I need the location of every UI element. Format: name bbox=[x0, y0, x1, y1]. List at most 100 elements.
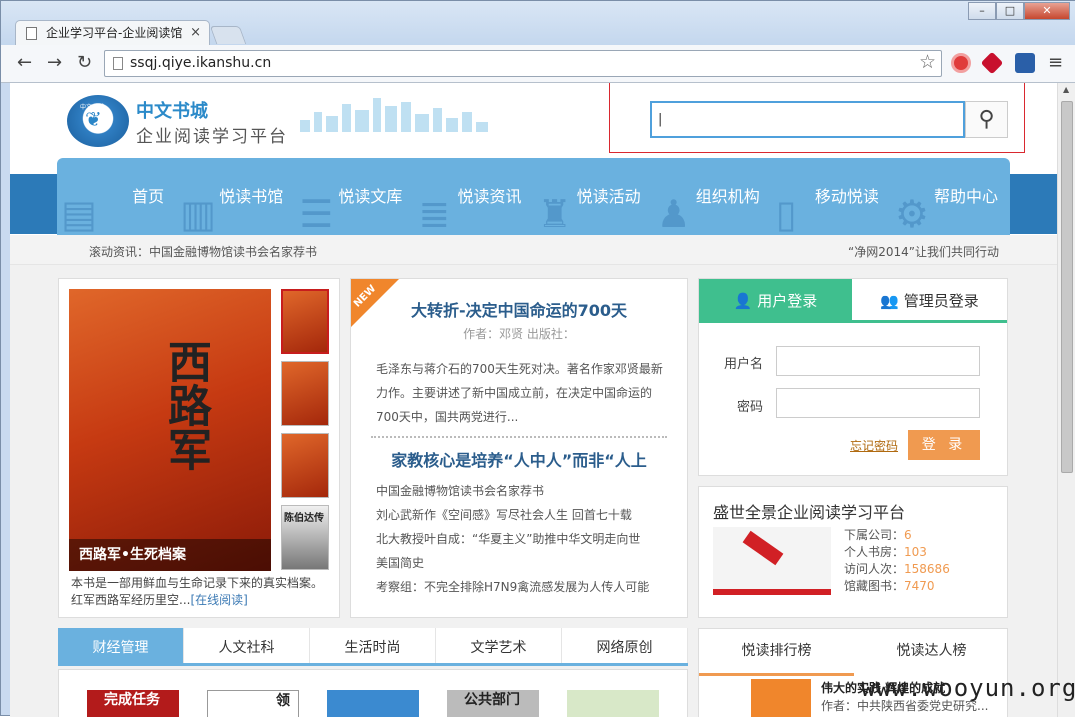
login-button[interactable]: 登 录 bbox=[908, 430, 980, 460]
menu-icon[interactable]: ≡ bbox=[1048, 53, 1063, 73]
password-input[interactable] bbox=[776, 388, 980, 418]
book-cover-thumb[interactable] bbox=[567, 690, 659, 717]
news-item[interactable]: 刘心武新作《空间感》写尽社会人生 回首七十载 bbox=[376, 503, 666, 527]
admin-icon: 👥 bbox=[880, 292, 904, 310]
book-thumbnail[interactable] bbox=[281, 433, 329, 498]
watermark: www.wooyun.org bbox=[861, 674, 1075, 702]
ranking-card: 悦读排行榜 悦读达人榜 伟大的实践 辉煌的成就 作者：中共陕西省委党史研究... bbox=[698, 628, 1008, 717]
browser-window: 企业学习平台-企业阅读馆 × – □ ✕ ← → ↻ ssqj.qiye.ika… bbox=[0, 0, 1075, 717]
stat-row: 下属公司：6 bbox=[844, 528, 912, 542]
minimize-icon[interactable]: – bbox=[968, 2, 996, 20]
main-nav: ▤ 首页 ▥ 悦读书馆 ☰ 悦读文库 ≣ 悦读资讯 ♜ 悦读活动 ♟ 组织机构 ▯ 移动悦读 … bbox=[57, 158, 1010, 236]
cover-caption: 西路军•生死档案 bbox=[69, 539, 271, 571]
nav-organization[interactable]: ♟ 组织机构 bbox=[653, 158, 772, 236]
new-tab-button[interactable] bbox=[209, 26, 247, 44]
read-online-link[interactable]: [在线阅读] bbox=[190, 593, 247, 607]
tab-lifestyle[interactable]: 生活时尚 bbox=[310, 628, 436, 663]
book-cover-thumb[interactable]: 领 bbox=[207, 690, 299, 717]
tab-admin-login[interactable]: 👥 管理员登录 bbox=[852, 279, 1007, 323]
title-bar: 企业学习平台-企业阅读馆 × – □ ✕ bbox=[1, 1, 1075, 46]
nav-wenku[interactable]: ☰ 悦读文库 bbox=[295, 158, 414, 236]
nav-library[interactable]: ▥ 悦读书馆 bbox=[176, 158, 295, 236]
extension-icon[interactable] bbox=[951, 53, 971, 73]
news-item[interactable]: 美国简史 bbox=[376, 551, 666, 575]
platform-title: 盛世全景企业阅读学习平台 bbox=[713, 503, 906, 522]
divider bbox=[371, 436, 667, 438]
nav-home[interactable]: ▤ 首页 bbox=[57, 158, 176, 236]
back-icon[interactable]: ← bbox=[17, 52, 32, 74]
book-thumbnail[interactable] bbox=[281, 289, 329, 354]
tab-close-icon[interactable]: × bbox=[190, 21, 201, 45]
news-headline[interactable]: 大转折-决定中国命运的700天 bbox=[351, 297, 687, 321]
login-card: 👤 用户登录 👥 管理员登录 用户名 密码 忘记密码 登 录 bbox=[698, 278, 1008, 476]
username-input[interactable] bbox=[776, 346, 980, 376]
news-item[interactable]: 考察组：不完全排除H7N9禽流感发展为人传人可能 bbox=[376, 575, 666, 599]
tab-web-original[interactable]: 网络原创 bbox=[562, 628, 688, 663]
book-thumbnail[interactable] bbox=[281, 361, 329, 426]
book-grid: 完成任务 领 公共部门 bbox=[58, 669, 688, 717]
nav-help[interactable]: ⚙ 帮助中心 bbox=[891, 158, 1010, 236]
search-button[interactable]: ⚲ bbox=[965, 101, 1008, 138]
book-cover-thumb[interactable] bbox=[327, 690, 419, 717]
platform-card: 盛世全景企业阅读学习平台 下属公司：6 个人书房：103 访问人次：158686… bbox=[698, 486, 1008, 618]
book-cover-thumb[interactable]: 完成任务 bbox=[87, 690, 179, 717]
book-cover-thumb[interactable]: 公共部门 bbox=[447, 690, 539, 717]
platform-image bbox=[713, 527, 831, 595]
stat-row: 个人书房：103 bbox=[844, 545, 927, 559]
featured-book-card: 西路军 西路军•生死档案 陈伯达传 本书是一部用鲜血与生命记录下来的真实档案。红… bbox=[58, 278, 340, 618]
news-ticker: 滚动资讯：中国金融博物馆读书会名家荐书 “净网2014”让我们共同行动 bbox=[10, 235, 1057, 265]
url-text: ssqj.qiye.ikanshu.cn bbox=[130, 55, 272, 71]
ranking-book-cover[interactable] bbox=[751, 679, 811, 717]
category-tabs: 财经管理 人文社科 生活时尚 文学艺术 网络原创 bbox=[58, 628, 688, 666]
scroll-thumb[interactable] bbox=[1061, 101, 1073, 473]
news-item[interactable]: 北大教授叶自成：“华夏主义”助推中华文明走向世 bbox=[376, 527, 666, 551]
bookmark-star-icon[interactable]: ☆ bbox=[919, 51, 936, 73]
vertical-scrollbar[interactable]: ▲ bbox=[1057, 83, 1075, 717]
book-cover[interactable]: 西路军 西路军•生死档案 bbox=[69, 289, 271, 571]
maximize-icon[interactable]: □ bbox=[996, 2, 1024, 20]
pen-icon bbox=[742, 530, 784, 566]
news-headline-2[interactable]: 家教核心是培养“人中人”而非“人上 bbox=[351, 447, 687, 471]
nav-news[interactable]: ≣ 悦读资讯 bbox=[414, 158, 533, 236]
forward-icon[interactable]: → bbox=[47, 52, 62, 74]
cover-title: 西路军 bbox=[160, 339, 211, 471]
nav-mobile[interactable]: ▯ 移动悦读 bbox=[772, 158, 891, 236]
news-card: NEW 大转折-决定中国命运的700天 作者：邓贤 出版社： 毛泽东与蒋介石的7… bbox=[350, 278, 688, 618]
tab-literature[interactable]: 文学艺术 bbox=[436, 628, 562, 663]
open-book-icon: ❦ bbox=[85, 107, 102, 131]
skyline-decoration bbox=[300, 98, 490, 132]
brand-name: 中文书城 bbox=[136, 101, 208, 122]
tab-title: 企业学习平台-企业阅读馆 bbox=[46, 26, 183, 40]
tab-finance[interactable]: 财经管理 bbox=[58, 628, 184, 663]
page-icon bbox=[113, 57, 123, 70]
news-summary: 毛泽东与蒋介石的700天生死对决。著名作家邓贤最新力作。主要讲述了新中国成立前，… bbox=[376, 362, 663, 424]
scroll-up-icon[interactable]: ▲ bbox=[1063, 85, 1069, 94]
search-input[interactable]: | bbox=[650, 101, 965, 138]
thumbnail-label: 陈伯达传 bbox=[284, 513, 324, 524]
browser-tab[interactable]: 企业学习平台-企业阅读馆 × bbox=[15, 20, 210, 46]
logo: 中文书城 ❦ bbox=[67, 95, 129, 147]
search-icon: ⚲ bbox=[978, 107, 995, 132]
brand-slogan: 企业阅读学习平台 bbox=[136, 127, 288, 147]
news-item[interactable]: 中国金融博物馆读书会名家荐书 bbox=[376, 479, 666, 503]
username-label: 用户名 bbox=[724, 357, 764, 372]
stat-row: 访问人次：158686 bbox=[844, 562, 950, 576]
web-page: 中文书城 ❦ 中文书城 企业阅读学习平台 | ⚲ ▤ 首页 ▥ 悦读书馆 ☰ 悦读文库 … bbox=[10, 83, 1057, 717]
nav-events[interactable]: ♜ 悦读活动 bbox=[534, 158, 653, 236]
tab-reader-ranking[interactable]: 悦读达人榜 bbox=[854, 629, 1009, 673]
close-icon[interactable]: ✕ bbox=[1024, 2, 1070, 20]
ticker-right[interactable]: “净网2014”让我们共同行动 bbox=[848, 243, 999, 260]
ticker-left[interactable]: 滚动资讯：中国金融博物馆读书会名家荐书 bbox=[89, 243, 317, 260]
password-label: 密码 bbox=[737, 400, 764, 415]
page-icon bbox=[26, 27, 37, 40]
tab-read-ranking[interactable]: 悦读排行榜 bbox=[699, 629, 854, 676]
tab-user-login[interactable]: 👤 用户登录 bbox=[699, 279, 852, 323]
forgot-password-link[interactable]: 忘记密码 bbox=[850, 437, 898, 454]
book-thumbnail[interactable]: 陈伯达传 bbox=[281, 505, 329, 570]
stat-row: 馆藏图书：7470 bbox=[844, 579, 935, 593]
user-icon: 👤 bbox=[733, 292, 758, 310]
tab-humanities[interactable]: 人文社科 bbox=[184, 628, 310, 663]
reload-icon[interactable]: ↻ bbox=[77, 52, 92, 74]
extension-badge-icon[interactable] bbox=[1015, 53, 1035, 73]
address-bar[interactable]: ssqj.qiye.ikanshu.cn bbox=[104, 50, 942, 77]
